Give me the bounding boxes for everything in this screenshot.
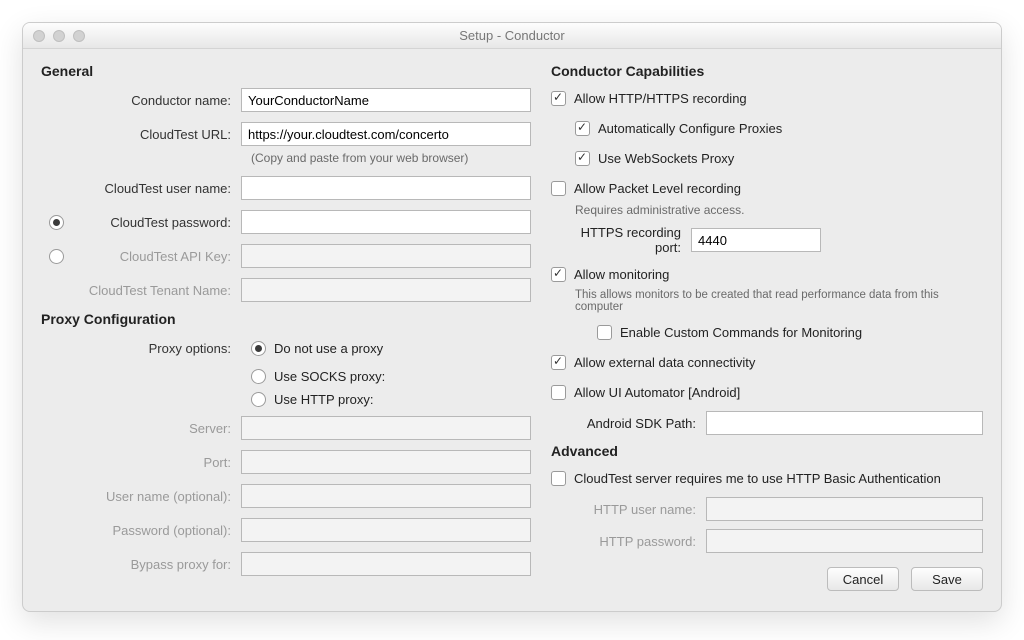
cloudtest-username-label: CloudTest user name: [105, 181, 231, 196]
allow-external-checkbox[interactable] [551, 355, 566, 370]
monitoring-hint: This allows monitors to be created that … [575, 289, 983, 313]
allow-monitoring-label: Allow monitoring [574, 267, 669, 282]
proxy-bypass-label: Bypass proxy for: [41, 557, 241, 572]
auth-apikey-radio[interactable] [49, 249, 64, 264]
cloudtest-username-input[interactable] [241, 176, 531, 200]
conductor-name-input[interactable] [241, 88, 531, 112]
tenant-label: CloudTest Tenant Name: [41, 283, 241, 298]
http-user-label: HTTP user name: [551, 502, 706, 517]
cloudtest-apikey-label: CloudTest API Key: [71, 249, 241, 264]
use-ws-checkbox[interactable] [575, 151, 590, 166]
proxy-user-input [241, 484, 531, 508]
proxy-http-radio[interactable] [251, 392, 266, 407]
auto-configure-label: Automatically Configure Proxies [598, 121, 782, 136]
proxy-server-label: Server: [41, 421, 241, 436]
https-port-input[interactable] [691, 228, 821, 252]
section-capabilities: Conductor Capabilities [551, 63, 983, 79]
http-pass-input [706, 529, 983, 553]
content: General Conductor name: CloudTest URL: (… [23, 49, 1001, 611]
window-title: Setup - Conductor [23, 28, 1001, 43]
left-column: General Conductor name: CloudTest URL: (… [41, 63, 531, 591]
cloudtest-apikey-input [241, 244, 531, 268]
https-port-label: HTTPS recording port: [551, 225, 691, 255]
proxy-pass-input [241, 518, 531, 542]
url-hint: (Copy and paste from your web browser) [241, 151, 531, 165]
section-advanced: Advanced [551, 443, 983, 459]
allow-http-checkbox[interactable] [551, 91, 566, 106]
proxy-pass-label: Password (optional): [41, 523, 241, 538]
android-path-label: Android SDK Path: [551, 416, 706, 431]
conductor-name-label: Conductor name: [41, 93, 241, 108]
auth-password-radio[interactable] [49, 215, 64, 230]
http-pass-label: HTTP password: [551, 534, 706, 549]
proxy-socks-label: Use SOCKS proxy: [274, 369, 385, 384]
tenant-input [241, 278, 531, 302]
enable-custom-label: Enable Custom Commands for Monitoring [620, 325, 862, 340]
http-user-input [706, 497, 983, 521]
proxy-noproxy-radio[interactable] [251, 341, 266, 356]
section-proxy: Proxy Configuration [41, 311, 531, 327]
section-general: General [41, 63, 531, 79]
setup-window: Setup - Conductor General Conductor name… [22, 22, 1002, 612]
allow-packet-label: Allow Packet Level recording [574, 181, 741, 196]
allow-ui-automator-label: Allow UI Automator [Android] [574, 385, 740, 400]
save-button[interactable]: Save [911, 567, 983, 591]
allow-http-label: Allow HTTP/HTTPS recording [574, 91, 747, 106]
android-path-input[interactable] [706, 411, 983, 435]
allow-ui-automator-checkbox[interactable] [551, 385, 566, 400]
proxy-server-input [241, 416, 531, 440]
cloudtest-password-label: CloudTest password: [71, 215, 241, 230]
cloudtest-url-label: CloudTest URL: [41, 127, 241, 142]
enable-custom-checkbox[interactable] [597, 325, 612, 340]
proxy-bypass-input [241, 552, 531, 576]
right-column: Conductor Capabilities Allow HTTP/HTTPS … [551, 63, 983, 591]
packet-hint: Requires administrative access. [575, 203, 983, 217]
use-ws-label: Use WebSockets Proxy [598, 151, 734, 166]
allow-packet-checkbox[interactable] [551, 181, 566, 196]
cancel-button[interactable]: Cancel [827, 567, 899, 591]
proxy-user-label: User name (optional): [41, 489, 241, 504]
cloudtest-password-input[interactable] [241, 210, 531, 234]
auto-configure-checkbox[interactable] [575, 121, 590, 136]
proxy-port-input [241, 450, 531, 474]
proxy-noproxy-label: Do not use a proxy [274, 341, 383, 356]
titlebar: Setup - Conductor [23, 23, 1001, 49]
proxy-http-label: Use HTTP proxy: [274, 392, 373, 407]
proxy-options-label: Proxy options: [41, 341, 241, 356]
proxy-socks-radio[interactable] [251, 369, 266, 384]
cloudtest-url-input[interactable] [241, 122, 531, 146]
basic-auth-checkbox[interactable] [551, 471, 566, 486]
basic-auth-label: CloudTest server requires me to use HTTP… [574, 471, 941, 486]
proxy-port-label: Port: [41, 455, 241, 470]
allow-monitoring-checkbox[interactable] [551, 267, 566, 282]
allow-external-label: Allow external data connectivity [574, 355, 755, 370]
